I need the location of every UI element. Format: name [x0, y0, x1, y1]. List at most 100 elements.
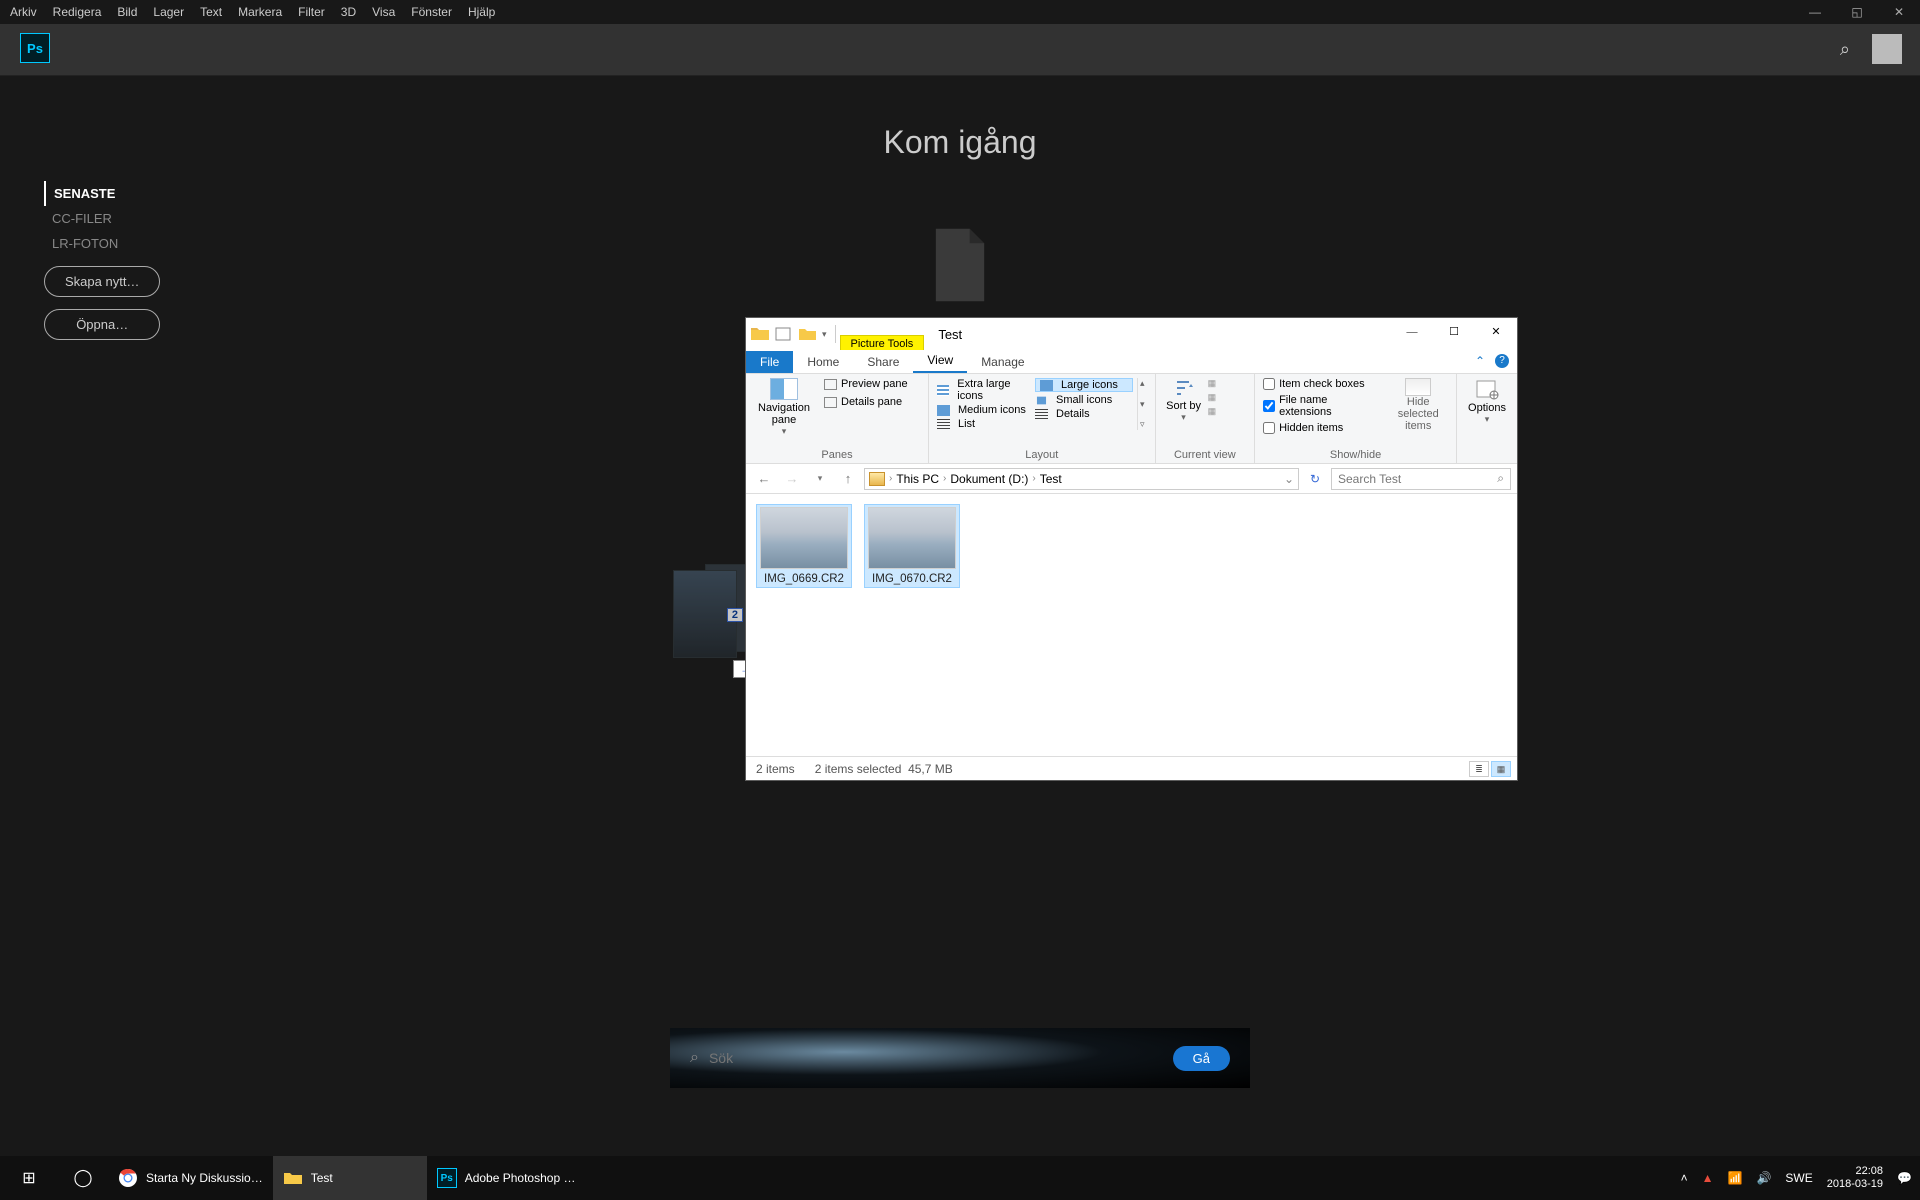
- tab-view[interactable]: View: [913, 349, 967, 373]
- menu-lager[interactable]: Lager: [153, 5, 184, 19]
- history-dropdown[interactable]: ▾: [808, 473, 832, 484]
- menu-visa[interactable]: Visa: [372, 5, 395, 19]
- help-icon[interactable]: ?: [1495, 354, 1509, 368]
- tab-cc-filer[interactable]: CC-FILER: [44, 206, 118, 231]
- taskbar: ⊞ ◯ Starta Ny Diskussio… Test Ps Adobe P…: [0, 1156, 1920, 1200]
- file-list[interactable]: IMG_0669.CR2 IMG_0670.CR2: [746, 494, 1517, 756]
- search-icon[interactable]: ⌕: [1840, 39, 1850, 60]
- file-extensions-toggle[interactable]: File name extensions: [1263, 394, 1378, 418]
- ps-maximize-button[interactable]: ◱: [1836, 0, 1878, 24]
- crumb-dokument[interactable]: Dokument (D:): [950, 472, 1028, 486]
- ps-close-button[interactable]: ✕: [1878, 0, 1920, 24]
- network-icon[interactable]: 📶: [1728, 1171, 1743, 1185]
- preview-pane-button[interactable]: Preview pane: [824, 378, 908, 390]
- start-button[interactable]: ⊞: [0, 1168, 58, 1188]
- action-center-icon[interactable]: 💬: [1897, 1171, 1912, 1185]
- tab-senaste[interactable]: SENASTE: [44, 181, 118, 206]
- menu-3d[interactable]: 3D: [341, 5, 356, 19]
- tray-overflow-icon[interactable]: ˄: [1681, 1171, 1688, 1185]
- breadcrumb[interactable]: › This PC › Dokument (D:) › Test ⌄: [864, 468, 1299, 490]
- hide-icon: [1405, 378, 1431, 396]
- explorer-maximize-button[interactable]: ☐: [1433, 318, 1475, 346]
- create-new-button[interactable]: Skapa nytt…: [44, 266, 160, 297]
- menu-filter[interactable]: Filter: [298, 5, 325, 19]
- details-pane-button[interactable]: Details pane: [824, 396, 908, 408]
- view-details-icon[interactable]: ≣: [1469, 761, 1489, 777]
- group-by-button[interactable]: [1208, 378, 1217, 389]
- up-button[interactable]: ↑: [836, 471, 860, 486]
- taskbar-clock[interactable]: 22:08 2018-03-19: [1827, 1165, 1883, 1191]
- go-button[interactable]: Gå: [1173, 1046, 1230, 1071]
- file-item[interactable]: IMG_0669.CR2: [756, 504, 852, 588]
- menu-bild[interactable]: Bild: [117, 5, 137, 19]
- details-pane-icon: [824, 397, 837, 408]
- menu-fonster[interactable]: Fönster: [411, 5, 452, 19]
- group-layout-label: Layout: [937, 449, 1147, 461]
- hidden-items-toggle[interactable]: Hidden items: [1263, 422, 1378, 434]
- menu-redigera[interactable]: Redigera: [53, 5, 102, 19]
- explorer-window-title: Test: [938, 327, 962, 342]
- stock-search-input[interactable]: [709, 1050, 1163, 1066]
- item-check-boxes-toggle[interactable]: Item check boxes: [1263, 378, 1378, 390]
- avatar[interactable]: [1872, 34, 1902, 64]
- quick-access-toolbar: ▾: [750, 324, 827, 344]
- crumb-test[interactable]: Test: [1040, 472, 1062, 486]
- ps-minimize-button[interactable]: —: [1794, 0, 1836, 24]
- layout-medium[interactable]: Medium icons: [937, 404, 1035, 416]
- back-button[interactable]: ←: [752, 471, 776, 486]
- layout-extra-large[interactable]: Extra large icons: [937, 378, 1035, 402]
- qat-dropdown-icon[interactable]: ▾: [822, 329, 827, 340]
- hide-selected-button[interactable]: Hide selected items: [1388, 378, 1448, 434]
- crumb-this-pc[interactable]: This PC: [896, 472, 939, 486]
- ps-window-controls: — ◱ ✕: [1794, 0, 1920, 24]
- add-columns-button[interactable]: [1208, 392, 1217, 403]
- refresh-button[interactable]: ↻: [1303, 472, 1327, 486]
- size-columns-button[interactable]: [1208, 406, 1217, 417]
- layout-details[interactable]: Details: [1035, 408, 1133, 420]
- breadcrumb-expand[interactable]: ⌄: [1284, 472, 1294, 486]
- menu-hjalp[interactable]: Hjälp: [468, 5, 495, 19]
- ps-toolbar: Ps ⌕: [0, 24, 1920, 76]
- sort-by-button[interactable]: Sort by▾: [1164, 378, 1204, 423]
- picture-tools-tab[interactable]: Picture Tools: [840, 335, 925, 350]
- tab-lr-foton[interactable]: LR-FOTON: [44, 231, 118, 256]
- layout-small[interactable]: Small icons: [1035, 394, 1133, 406]
- tab-home[interactable]: Home: [793, 351, 853, 373]
- properties-icon[interactable]: [774, 324, 794, 344]
- volume-icon[interactable]: 🔊: [1756, 1171, 1771, 1185]
- tray-app-icon[interactable]: ▲: [1702, 1171, 1714, 1185]
- view-large-icon[interactable]: ▦: [1491, 761, 1511, 777]
- ribbon-collapse-icon[interactable]: ⌃: [1475, 354, 1485, 368]
- taskbar-item-chrome[interactable]: Starta Ny Diskussio…: [108, 1156, 273, 1200]
- options-button[interactable]: Options▾: [1461, 378, 1513, 425]
- layout-scroll[interactable]: ▴▾▿: [1137, 378, 1147, 430]
- page-title: Kom igång: [884, 124, 1037, 161]
- taskbar-item-photoshop[interactable]: Ps Adobe Photoshop …: [427, 1156, 586, 1200]
- file-thumbnail: [760, 507, 848, 569]
- file-item[interactable]: IMG_0670.CR2: [864, 504, 960, 588]
- menu-arkiv[interactable]: Arkiv: [10, 5, 37, 19]
- layout-list[interactable]: List: [937, 418, 1035, 430]
- home-tabs: SENASTE CC-FILER LR-FOTON: [44, 181, 118, 256]
- new-folder-icon[interactable]: [798, 324, 818, 344]
- tab-file[interactable]: File: [746, 351, 793, 373]
- file-explorer-window[interactable]: ▾ Picture Tools Test — ☐ ✕ File Home Sha…: [745, 317, 1518, 781]
- forward-button[interactable]: →: [780, 471, 804, 486]
- open-button[interactable]: Öppna…: [44, 309, 160, 340]
- ime-indicator[interactable]: SWE: [1785, 1171, 1812, 1185]
- explorer-minimize-button[interactable]: —: [1391, 318, 1433, 346]
- ps-menubar: Arkiv Redigera Bild Lager Text Markera F…: [0, 0, 1920, 24]
- cortana-button[interactable]: ◯: [58, 1168, 108, 1188]
- tab-share[interactable]: Share: [853, 351, 913, 373]
- taskbar-item-explorer[interactable]: Test: [273, 1156, 427, 1200]
- layout-large[interactable]: Large icons: [1035, 378, 1133, 392]
- tab-manage[interactable]: Manage: [967, 351, 1038, 373]
- menu-text[interactable]: Text: [200, 5, 222, 19]
- folder-icon: [283, 1168, 303, 1188]
- address-bar: ← → ▾ ↑ › This PC › Dokument (D:) › Test…: [746, 464, 1517, 494]
- menu-markera[interactable]: Markera: [238, 5, 282, 19]
- explorer-titlebar[interactable]: ▾ Picture Tools Test — ☐ ✕: [746, 318, 1517, 350]
- explorer-close-button[interactable]: ✕: [1475, 318, 1517, 346]
- navigation-pane-button[interactable]: Navigation pane ▾: [754, 378, 814, 437]
- explorer-search-input[interactable]: Search Test ⌕: [1331, 468, 1511, 490]
